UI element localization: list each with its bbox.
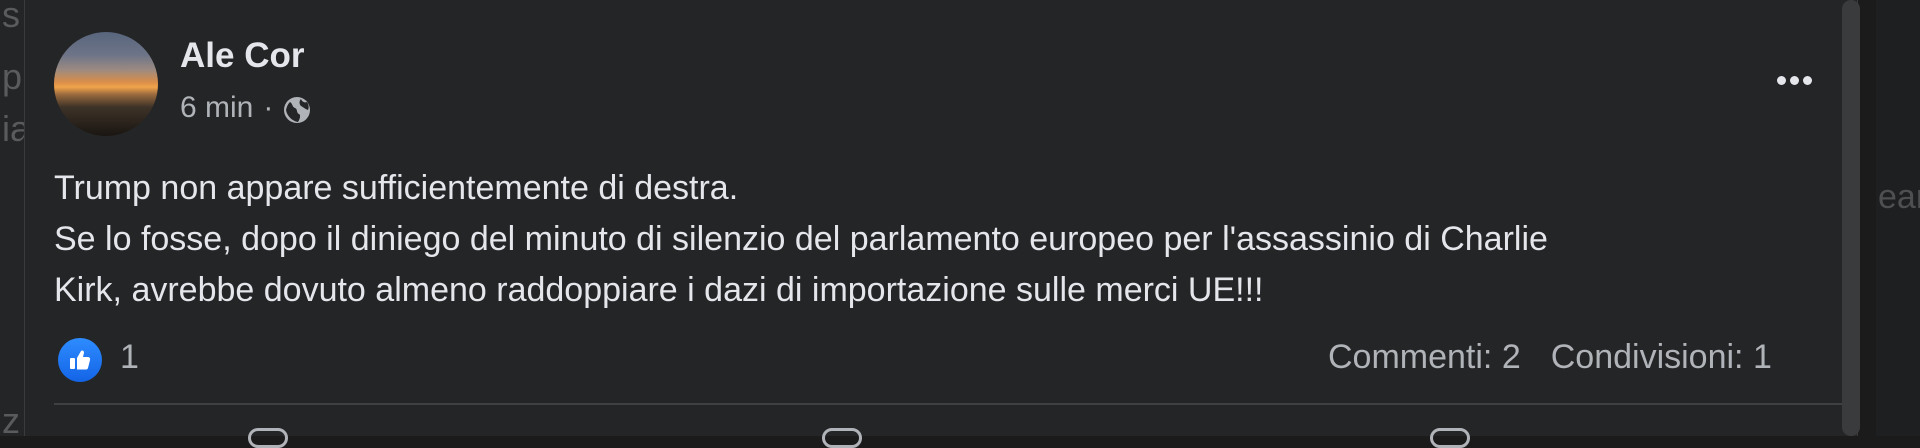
comments-count[interactable]: Commenti: 2 [1328,338,1521,376]
background-text-fragment: p [2,56,23,97]
engagement-counts: Commenti: 2 Condivisioni: 1 [1328,338,1772,377]
background-feed-left: s p ia z [0,0,24,436]
scrollbar[interactable] [1842,0,1860,436]
more-options-icon[interactable] [1770,64,1818,96]
shares-count[interactable]: Condivisioni: 1 [1551,338,1772,376]
avatar[interactable] [54,32,158,136]
background-text-fragment: s [2,0,20,35]
post-time[interactable]: 6 min [180,91,253,125]
meta-separator: · [263,91,274,124]
reaction-count[interactable]: 1 [120,338,139,377]
author-name[interactable]: Ale Cor [180,36,304,76]
comment-button-icon[interactable] [822,428,862,448]
post-text: Trump non appare sufficientemente di des… [54,163,1824,316]
post-text-line: Kirk, avrebbe dovuto almeno raddoppiare … [54,271,1264,309]
like-button-icon[interactable] [248,428,288,448]
background-text-fragment: ear [1878,178,1920,216]
like-icon[interactable] [58,338,102,382]
post-text-line: Se lo fosse, dopo il diniego del minuto … [54,220,1548,258]
background-feed-right: ear [1876,0,1920,436]
post-meta: 6 min · [180,90,313,126]
divider [54,403,1842,405]
globe-icon[interactable] [281,94,313,126]
background-text-fragment: ia [2,108,24,149]
background-text-fragment: z [2,400,20,436]
share-button-icon[interactable] [1430,428,1470,448]
post-text-line: Trump non appare sufficientemente di des… [54,169,739,207]
